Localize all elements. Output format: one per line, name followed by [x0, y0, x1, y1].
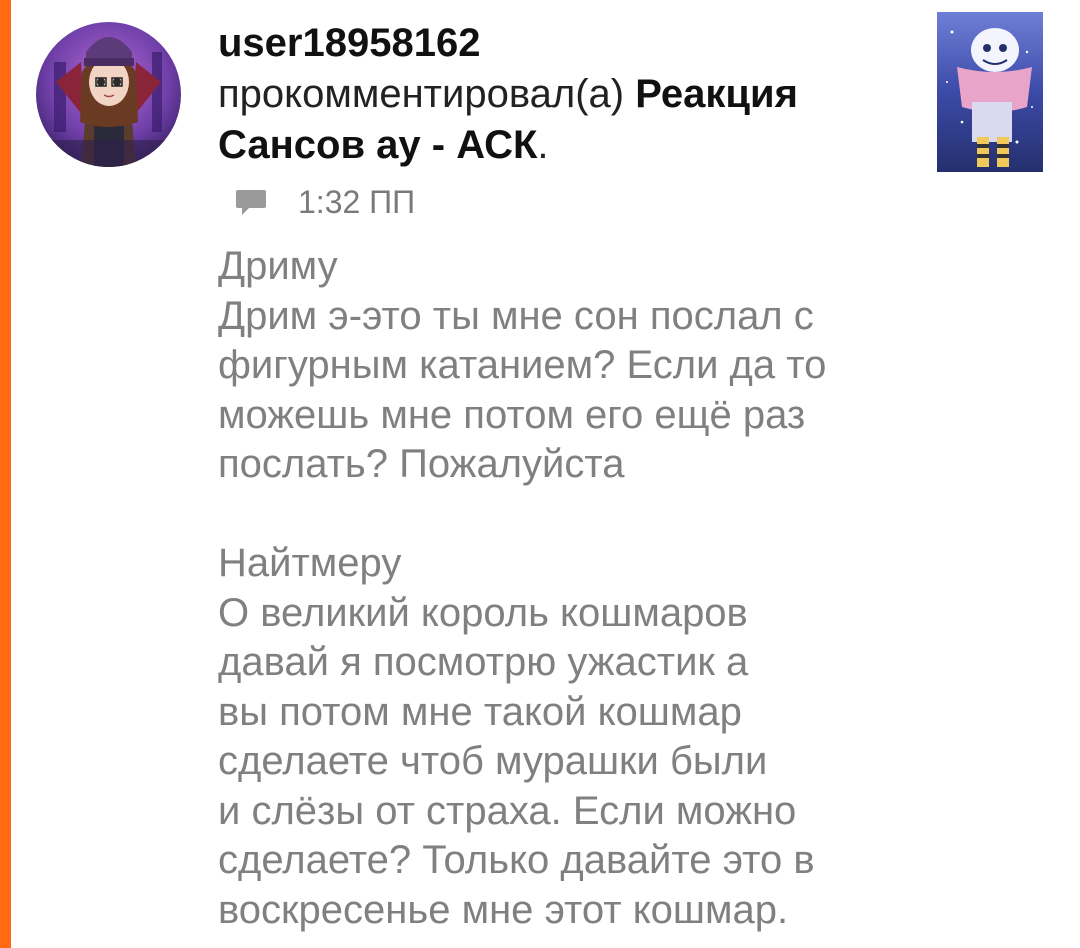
notification-header: user18958162 прокомментировал(а) Реакция…	[218, 18, 918, 171]
unread-accent-bar	[0, 0, 11, 948]
comment-line: вы потом мне такой кошмар	[218, 689, 742, 734]
post-title-suffix: .	[537, 123, 549, 167]
comment-bubble-icon	[236, 190, 266, 215]
comment-line: Дрим э-это ты мне сон послал с	[218, 293, 814, 338]
comment-text: Дриму Дрим э-это ты мне сон послал с фиг…	[218, 242, 1038, 935]
comment-line: фигурным катанием? Если да то	[218, 343, 827, 387]
comment-line: и слёзы от страха. Если можно	[218, 788, 797, 833]
comment-line: давай я посмотрю ужастик а	[218, 640, 749, 684]
comment-meta: 1:32 ПП	[234, 182, 415, 222]
comment-line: сделаете? Только давайте это в	[218, 838, 815, 882]
username-link[interactable]: user18958162	[218, 18, 918, 69]
comment-blank-line	[218, 490, 1038, 540]
comment-line: можешь мне потом его ещё раз	[218, 392, 806, 437]
thumbnail-image	[937, 12, 1043, 172]
notification-screen: user18958162 прокомментировал(а) Реакция…	[0, 0, 1080, 948]
comment-time: 1:32 ПП	[298, 183, 416, 220]
comment-line: сделаете чтоб мурашки были	[218, 739, 768, 783]
post-thumbnail[interactable]	[937, 12, 1043, 172]
user-avatar[interactable]	[36, 22, 181, 167]
comment-line: воскресенье мне этот кошмар.	[218, 887, 789, 932]
comment-line: Найтмеру	[218, 541, 402, 585]
avatar-image	[36, 22, 181, 167]
action-text: прокомментировал(а)	[218, 72, 636, 116]
comment-line: О великий король кошмаров	[218, 590, 748, 635]
comment-line: послать? Пожалуйста	[218, 442, 625, 486]
comment-line: Дриму	[218, 244, 338, 288]
